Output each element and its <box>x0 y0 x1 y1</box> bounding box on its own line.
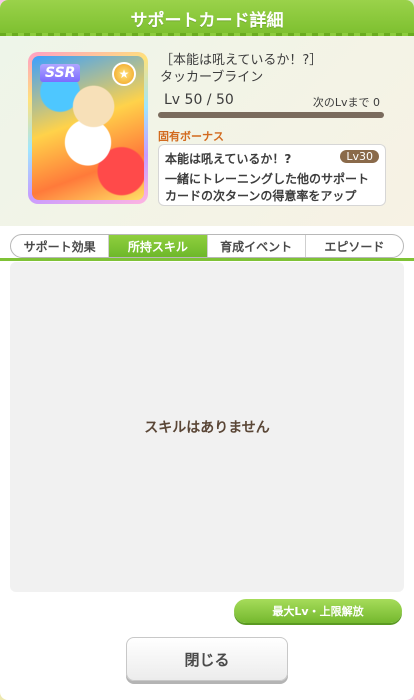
bonus-description-line-1: 一緒にトレーニングした他のサポート <box>165 172 370 186</box>
unique-bonus-box: 本能は吼えているか！? Lv30 一緒にトレーニングした他のサポート カードの次… <box>158 144 386 206</box>
detail-tabs: サポート効果 所持スキル 育成イベント エピソード <box>10 234 404 258</box>
tab-owned-skills[interactable]: 所持スキル <box>109 235 208 257</box>
rarity-badge: SSR <box>40 64 81 82</box>
unique-bonus-title: 固有ボーナス <box>158 130 224 143</box>
level-text: Lv 50 / 50 <box>164 92 234 108</box>
bonus-description-line-2: カードの次ターンの得意率をアップ <box>165 189 357 203</box>
bonus-description: 一緒にトレーニングした他のサポート カードの次ターンの得意率をアップ <box>165 171 379 205</box>
close-button[interactable]: 閉じる <box>126 637 288 681</box>
next-level-text: 次のLvまで 0 <box>312 96 380 109</box>
dialog-title-text: サポートカード詳細 <box>130 10 284 31</box>
max-level-limit-break-button[interactable]: 最大Lv・上限解放 <box>234 599 402 623</box>
card-character-name: タッカーブライン <box>160 70 264 85</box>
empty-skills-message: スキルはありません <box>144 420 270 436</box>
dialog-title: サポートカード詳細 <box>0 0 414 36</box>
tab-support-effect[interactable]: サポート効果 <box>11 235 110 257</box>
tab-underline <box>0 258 414 261</box>
card-name-block: ［本能は吼えているか！?］ タッカーブライン <box>160 52 322 86</box>
wit-type-icon: ★ <box>112 62 136 86</box>
tab-episode[interactable]: エピソード <box>306 235 403 257</box>
card-title-line: ［本能は吼えているか！?］ <box>160 53 323 68</box>
level-progress-track <box>158 112 384 118</box>
card-artwork: SSR ★ <box>32 56 144 200</box>
level-progress-fill <box>158 112 384 118</box>
skills-panel: スキルはありません <box>10 262 404 592</box>
bonus-level-badge: Lv30 <box>340 150 379 163</box>
level-bar: Lv 50 / 50 次のLvまで 0 <box>158 90 384 118</box>
support-card-detail-dialog: サポートカード詳細 SSR ★ ［本能は吼えているか！?］ タッカーブライン L… <box>0 0 414 700</box>
tab-training-events[interactable]: 育成イベント <box>208 235 306 257</box>
support-card-image[interactable]: SSR ★ <box>28 52 148 204</box>
